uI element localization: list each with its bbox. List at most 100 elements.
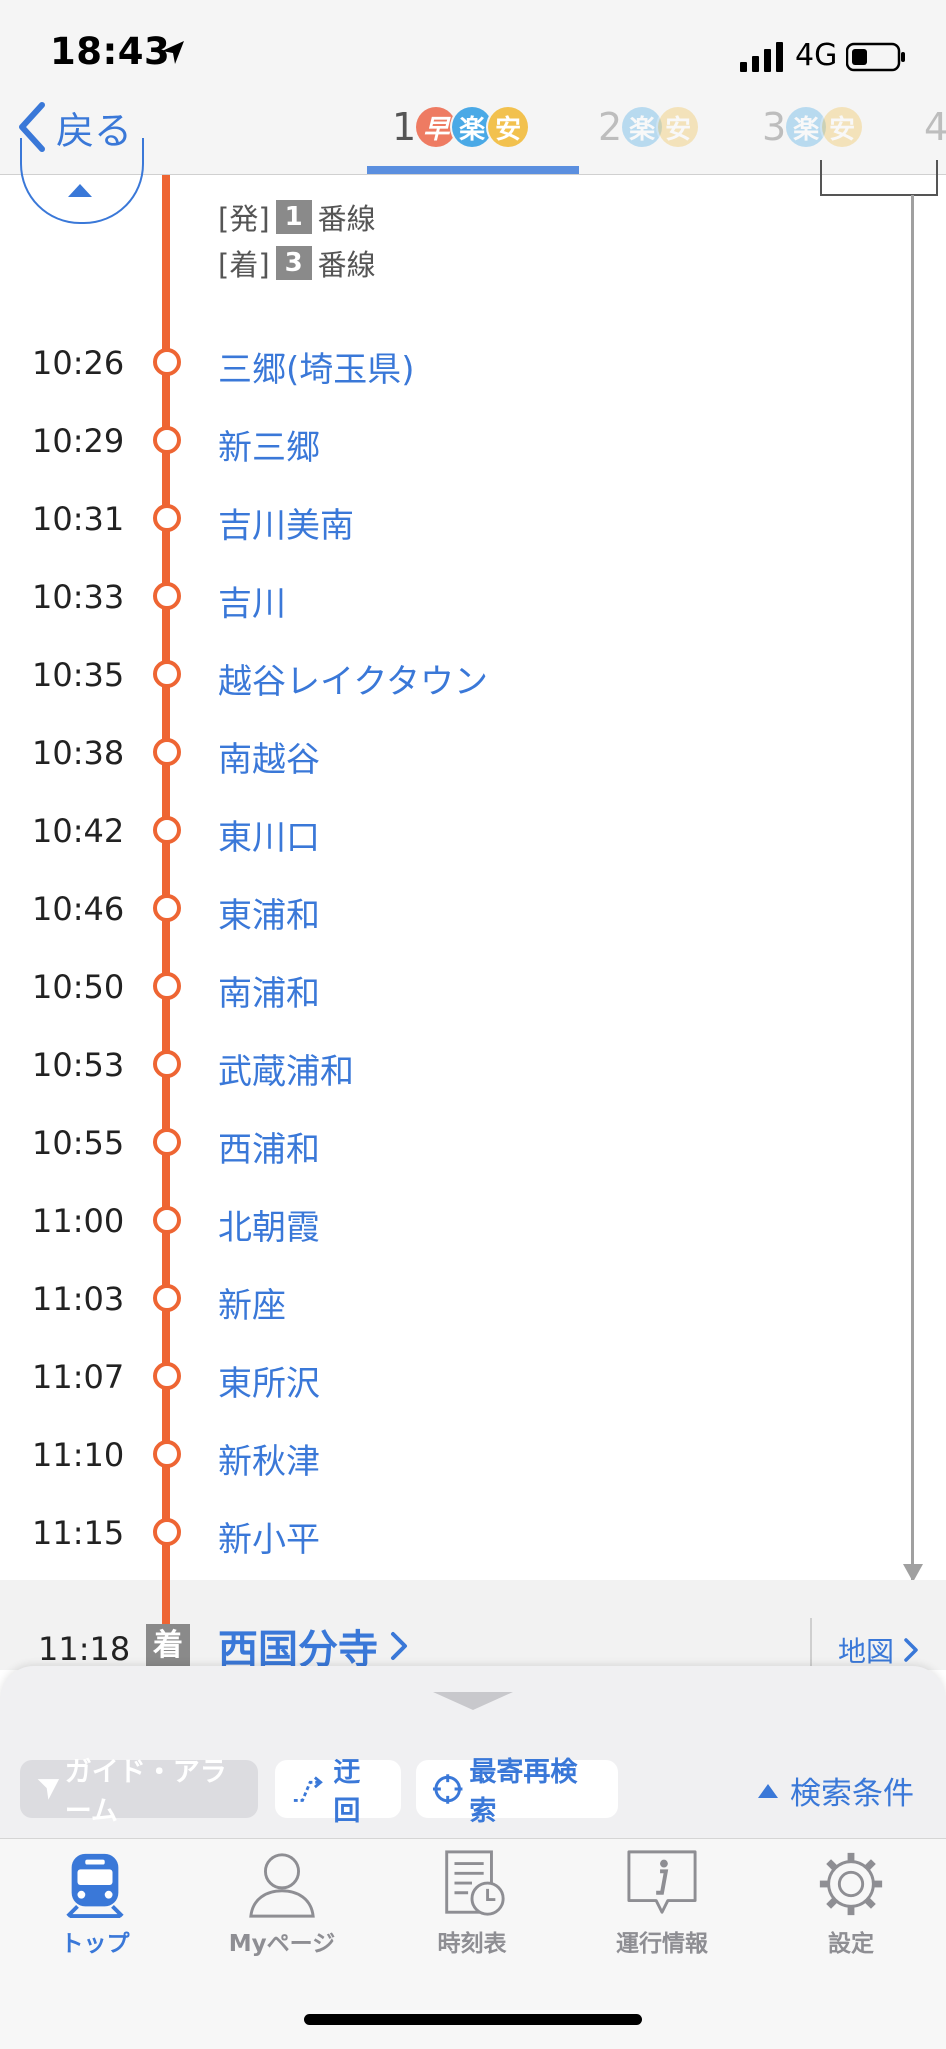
stop-name-link[interactable]: 新座 <box>218 1278 286 1327</box>
nearest-research-button[interactable]: 最寄再検索 <box>416 1757 618 1827</box>
tab-label: トップ <box>60 1931 130 1957</box>
stop-dot <box>153 894 181 922</box>
chevron-up-icon <box>68 184 92 197</box>
battery-icon <box>846 42 905 72</box>
stop-time: 10:46 <box>32 890 125 928</box>
stop-row: 10:46 東浦和 <box>0 880 946 940</box>
collapse-stops-button[interactable] <box>20 138 144 224</box>
stop-name-link[interactable]: 新秋津 <box>218 1434 320 1483</box>
status-time: 18:43 <box>50 30 171 73</box>
stop-row: 10:31 吉川美南 <box>0 490 946 550</box>
stop-name-link[interactable]: 西浦和 <box>218 1122 320 1171</box>
stop-time: 10:26 <box>32 344 125 382</box>
guide-alarm-button[interactable]: ガイド・アラーム <box>20 1757 258 1827</box>
stop-row: 10:55 西浦和 <box>0 1114 946 1174</box>
selected-tab-indicator <box>367 166 579 174</box>
stop-name-link[interactable]: 武蔵浦和 <box>218 1044 354 1093</box>
guide-alarm-label: ガイド・アラーム <box>64 1757 227 1827</box>
arrival-time: 11:18 <box>38 1630 131 1668</box>
stop-row: 11:10 新秋津 <box>0 1426 946 1486</box>
tab-label: 運行情報 <box>616 1931 708 1957</box>
nearest-research-label: 最寄再検索 <box>469 1757 578 1827</box>
stop-time: 10:50 <box>32 968 125 1006</box>
tab-settings[interactable]: 設定 <box>776 1848 926 1958</box>
stop-row: 11:15 新小平 <box>0 1504 946 1564</box>
map-label: 地図 <box>838 1635 895 1668</box>
stop-row: 10:38 南越谷 <box>0 724 946 784</box>
detour-button[interactable]: 迂回 <box>275 1757 401 1827</box>
stop-row: 10:53 武蔵浦和 <box>0 1036 946 1096</box>
location-arrow-icon <box>162 41 184 64</box>
stop-name-link[interactable]: 南越谷 <box>218 732 320 781</box>
route-tab-4[interactable]: 4 <box>924 96 946 158</box>
route-tab-number: 4 <box>924 105 946 149</box>
search-conditions-button[interactable]: 検索条件 <box>756 1768 914 1813</box>
stop-name-link[interactable]: 南浦和 <box>218 966 320 1015</box>
platform-number: 3 <box>275 246 312 280</box>
detour-icon <box>293 1776 323 1802</box>
route-tab-2[interactable]: 2 楽 安 <box>598 96 699 158</box>
stop-time: 10:31 <box>32 500 125 538</box>
stop-row: 11:00 北朝霞 <box>0 1192 946 1252</box>
badge-safe-icon: 安 <box>822 107 863 147</box>
stop-time: 10:55 <box>32 1124 125 1162</box>
stop-name-link[interactable]: 吉川 <box>218 576 286 625</box>
tab-service-info[interactable]: 運行情報 <box>587 1848 737 1958</box>
home-indicator[interactable] <box>304 2014 642 2025</box>
arrival-label: [着] <box>218 248 270 282</box>
divider <box>810 1618 812 1670</box>
person-icon <box>249 1853 315 1918</box>
stop-name-link[interactable]: 越谷レイクタウン <box>218 654 488 703</box>
stop-dot <box>153 582 181 610</box>
stop-name-link[interactable]: 東川口 <box>218 810 320 859</box>
guide-arrow-icon <box>37 1779 60 1800</box>
tab-mypage[interactable]: Myページ <box>207 1848 357 1958</box>
route-tab-3[interactable]: 3 楽 安 <box>762 96 863 158</box>
stop-dot <box>153 1362 181 1390</box>
stop-row: 10:50 南浦和 <box>0 958 946 1018</box>
triangle-up-icon <box>758 1783 778 1798</box>
stop-name-link[interactable]: 東所沢 <box>218 1356 320 1405</box>
stop-time: 11:15 <box>32 1514 125 1552</box>
tab-top[interactable]: トップ <box>20 1848 170 1958</box>
stop-time: 11:03 <box>32 1280 125 1318</box>
info-icon <box>627 1850 697 1914</box>
chevron-right-icon <box>391 1632 407 1660</box>
stop-name-link[interactable]: 新小平 <box>218 1512 320 1561</box>
stop-time: 10:42 <box>32 812 125 850</box>
map-link[interactable]: 地図 <box>838 1630 920 1670</box>
tab-label: 時刻表 <box>437 1931 507 1957</box>
stop-time: 11:00 <box>32 1202 125 1240</box>
network-type: 4G <box>795 38 838 73</box>
detour-label: 迂回 <box>333 1757 361 1827</box>
stop-dot <box>153 1206 181 1234</box>
signal-icon <box>740 42 783 72</box>
stop-name-link[interactable]: 北朝霞 <box>218 1200 320 1249</box>
tab-timetable[interactable]: 時刻表 <box>397 1848 547 1958</box>
stop-name-link[interactable]: 東浦和 <box>218 888 320 937</box>
tab-label: Myページ <box>228 1931 336 1957</box>
sheet-handle-icon[interactable] <box>433 1692 513 1710</box>
tab-label: 設定 <box>828 1931 874 1957</box>
route-tab-1[interactable]: 1 早 楽 安 <box>392 96 529 158</box>
route-tab-number: 1 <box>392 105 417 149</box>
stop-dot <box>153 426 181 454</box>
platform-number: 1 <box>275 200 312 234</box>
platform-suffix: 番線 <box>317 248 376 282</box>
chevron-right-icon <box>904 1638 918 1662</box>
stop-name-link[interactable]: 三郷(埼玉県) <box>218 342 415 391</box>
badge-safe-icon: 安 <box>658 107 699 147</box>
stop-time: 11:07 <box>32 1358 125 1396</box>
stop-row: 11:03 新座 <box>0 1270 946 1330</box>
departure-platform: [発] 1 番線 <box>218 196 376 238</box>
stop-dot <box>153 1518 181 1546</box>
crosshair-icon <box>432 1774 463 1804</box>
arrival-row <box>0 1580 946 1670</box>
stop-time: 10:33 <box>32 578 125 616</box>
stop-time: 10:29 <box>32 422 125 460</box>
stop-name-link[interactable]: 新三郷 <box>218 420 320 469</box>
stop-name-link[interactable]: 吉川美南 <box>218 498 354 547</box>
route-tab-number: 2 <box>598 105 623 149</box>
stop-time: 10:53 <box>32 1046 125 1084</box>
badge-easy-icon: 楽 <box>786 107 827 147</box>
